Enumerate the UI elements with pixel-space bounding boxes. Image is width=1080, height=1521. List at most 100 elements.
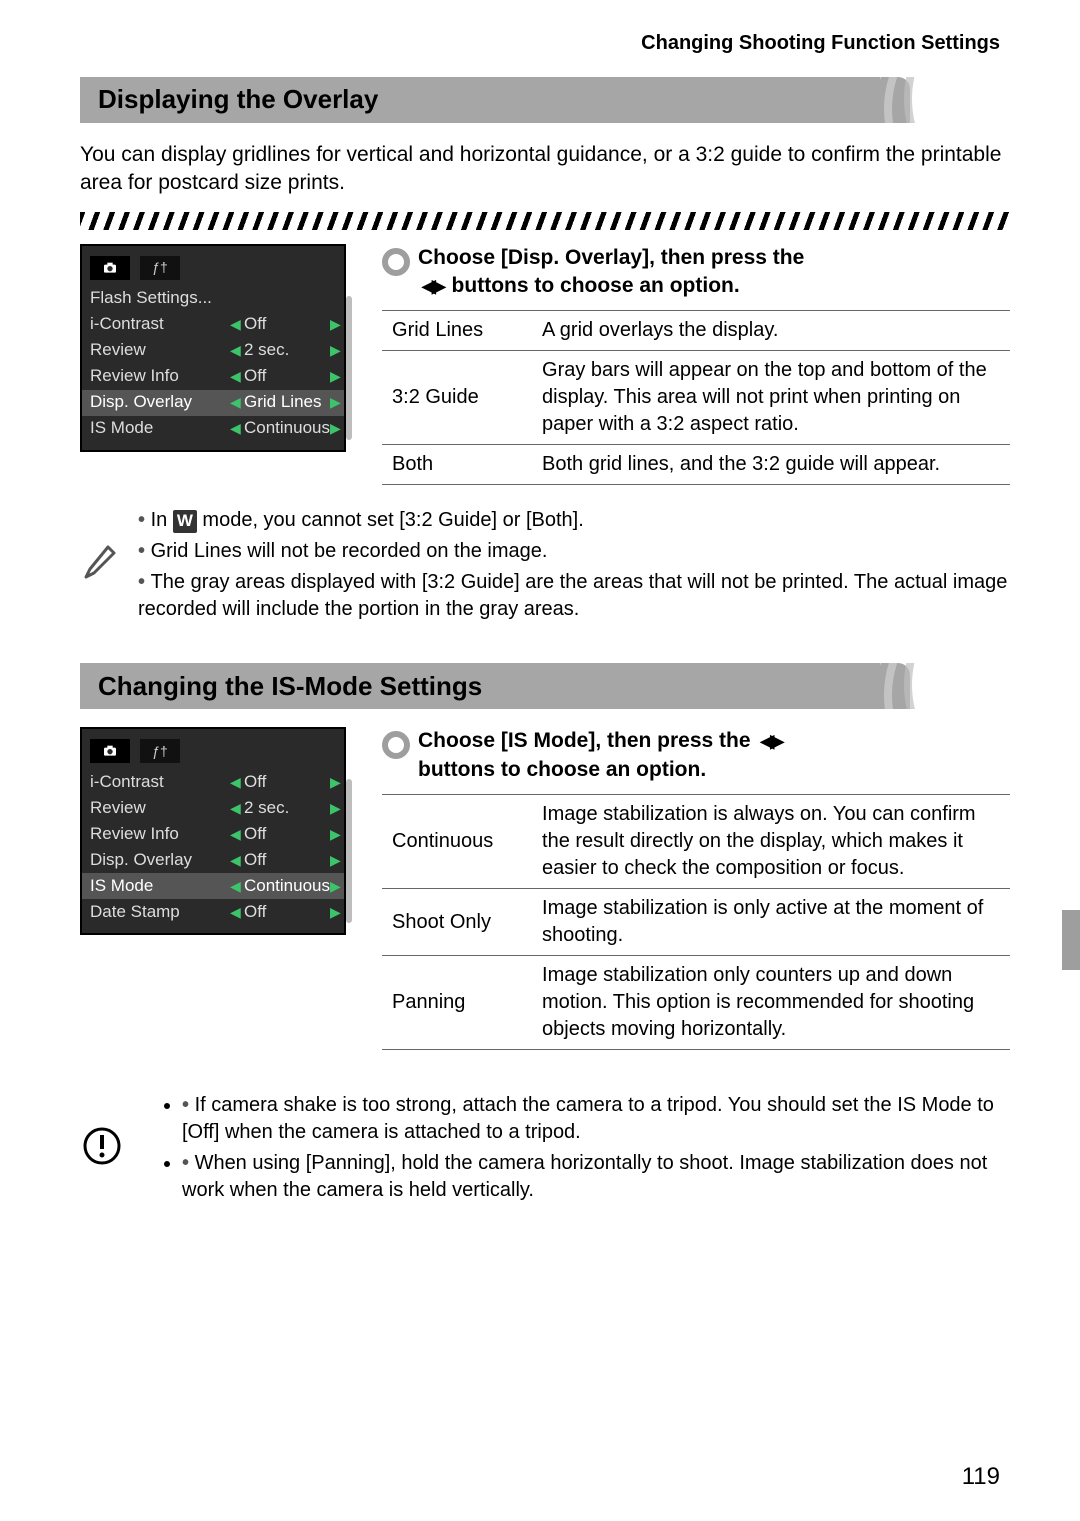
menu-row-value: Off: [240, 823, 330, 846]
left-right-icon: ◀▶: [422, 274, 442, 298]
arrow-left-icon: ◀: [230, 851, 240, 870]
arrow-right-icon: ▶: [330, 341, 340, 360]
menu-row-value: Grid Lines: [240, 391, 330, 414]
menu-row-label: Review Info: [90, 365, 230, 388]
arrow-left-icon: ◀: [230, 419, 240, 438]
option-name: Continuous: [382, 795, 532, 889]
list-item: If camera shake is too strong, attach th…: [182, 1092, 1010, 1146]
menu-row-value: Off: [240, 313, 330, 336]
menu-row: Review Info◀Off▶: [82, 364, 344, 390]
menu-row: i-Contrast◀Off▶: [82, 769, 344, 795]
list-item: Grid Lines will not be recorded on the i…: [138, 538, 1010, 565]
overlay-options-table: Grid LinesA grid overlays the display.3:…: [382, 310, 1010, 485]
menu-row: IS Mode◀Continuous▶: [82, 416, 344, 442]
menu-row: Disp. Overlay◀Grid Lines▶: [82, 390, 344, 416]
menu-row-label: i-Contrast: [90, 313, 230, 336]
table-row: 3:2 GuideGray bars will appear on the to…: [382, 351, 1010, 445]
table-row: Shoot OnlyImage stabilization is only ac…: [382, 889, 1010, 956]
menu-row-label: IS Mode: [90, 875, 230, 898]
menu-row: Review Info◀Off▶: [82, 821, 344, 847]
table-row: ContinuousImage stabilization is always …: [382, 795, 1010, 889]
step-bullet-icon: [382, 248, 410, 276]
menu-row: i-Contrast◀Off▶: [82, 312, 344, 338]
menu-row-label: Review: [90, 339, 230, 362]
option-description: A grid overlays the display.: [532, 311, 1010, 351]
section-heading-ismode: Changing the IS-Mode Settings: [80, 663, 1010, 709]
scrollbar: [346, 296, 352, 440]
camera-menu-screenshot-ismode: ƒ† i-Contrast◀Off▶Review◀2 sec.▶Review I…: [80, 727, 346, 935]
menu-row-label: Review Info: [90, 823, 230, 846]
option-description: Image stabilization is always on. You ca…: [532, 795, 1010, 889]
scrollbar: [346, 779, 352, 923]
arrow-left-icon: ◀: [230, 773, 240, 792]
arrow-right-icon: ▶: [330, 799, 340, 818]
table-row: PanningImage stabilization only counters…: [382, 956, 1010, 1050]
arrow-right-icon: ▶: [330, 419, 340, 438]
left-right-icon: ◀▶: [760, 729, 780, 753]
camera-tab-icon: [90, 256, 130, 280]
option-description: Image stabilization is only active at th…: [532, 889, 1010, 956]
section-title: Displaying the Overlay: [98, 82, 378, 117]
menu-row-value: Off: [240, 771, 330, 794]
menu-row: Disp. Overlay◀Off▶: [82, 847, 344, 873]
menu-row-label: Disp. Overlay: [90, 849, 230, 872]
option-name: Panning: [382, 956, 532, 1050]
menu-row-value: 2 sec.: [240, 339, 330, 362]
list-item: When using [Panning], hold the camera ho…: [182, 1150, 1010, 1204]
option-description: Both grid lines, and the 3:2 guide will …: [532, 445, 1010, 485]
thumb-tab: [1062, 910, 1080, 970]
arrow-left-icon: ◀: [230, 903, 240, 922]
camera-menu-screenshot-overlay: ƒ† Flash Settings...i-Contrast◀Off▶Revie…: [80, 244, 346, 452]
menu-row-value: Continuous: [240, 417, 330, 440]
arrow-right-icon: ▶: [330, 903, 340, 922]
table-row: Grid LinesA grid overlays the display.: [382, 311, 1010, 351]
menu-row: Review◀2 sec.▶: [82, 795, 344, 821]
arrow-left-icon: ◀: [230, 877, 240, 896]
menu-row: Date Stamp◀Off▶: [82, 899, 344, 925]
list-item: The gray areas displayed with [3:2 Guide…: [138, 569, 1010, 623]
table-row: BothBoth grid lines, and the 3:2 guide w…: [382, 445, 1010, 485]
arrow-left-icon: ◀: [230, 393, 240, 412]
arrow-left-icon: ◀: [230, 315, 240, 334]
lead-text-a: Choose [Disp. Overlay], then press the: [418, 246, 804, 269]
menu-row-label: Flash Settings...: [90, 287, 230, 310]
instruction-lead: Choose [Disp. Overlay], then press the ◀…: [382, 244, 1010, 301]
menu-row-label: Disp. Overlay: [90, 391, 230, 414]
option-description: Gray bars will appear on the top and bot…: [532, 351, 1010, 445]
menu-row-value: Off: [240, 901, 330, 924]
caution-block: If camera shake is too strong, attach th…: [80, 1072, 1010, 1228]
pencil-icon: [80, 543, 120, 591]
section-title: Changing the IS-Mode Settings: [98, 669, 482, 704]
camera-tab-icon: [90, 739, 130, 763]
lead-text-b: buttons to choose an option.: [452, 274, 740, 297]
menu-row-value: Off: [240, 365, 330, 388]
menu-row-value: Continuous: [240, 875, 330, 898]
arrow-left-icon: ◀: [230, 799, 240, 818]
arrow-right-icon: ▶: [330, 393, 340, 412]
instruction-lead: Choose [IS Mode], then press the ◀▶ butt…: [382, 727, 1010, 784]
step-bullet-icon: [382, 731, 410, 759]
hatched-divider: [80, 212, 1010, 230]
wide-mode-icon: W: [173, 510, 197, 533]
arrow-right-icon: ▶: [330, 851, 340, 870]
ismode-options-table: ContinuousImage stabilization is always …: [382, 794, 1010, 1050]
arrow-left-icon: ◀: [230, 341, 240, 360]
note-block: In W mode, you cannot set [3:2 Guide] or…: [80, 507, 1010, 627]
list-item: In W mode, you cannot set [3:2 Guide] or…: [138, 507, 1010, 534]
arrow-right-icon: ▶: [330, 315, 340, 334]
menu-row-label: Date Stamp: [90, 901, 230, 924]
lead-text-a: Choose [IS Mode], then press the: [418, 729, 751, 752]
option-name: Grid Lines: [382, 311, 532, 351]
menu-row: Flash Settings...: [82, 286, 344, 312]
menu-row-label: i-Contrast: [90, 771, 230, 794]
tools-tab-icon: ƒ†: [140, 256, 180, 280]
arrow-right-icon: ▶: [330, 367, 340, 386]
menu-row-label: IS Mode: [90, 417, 230, 440]
caution-icon: [80, 1126, 124, 1174]
page-header: Changing Shooting Function Settings: [80, 30, 1010, 57]
menu-row-value: 2 sec.: [240, 797, 330, 820]
arrow-left-icon: ◀: [230, 367, 240, 386]
option-name: Both: [382, 445, 532, 485]
menu-row-label: Review: [90, 797, 230, 820]
menu-row-value: Off: [240, 849, 330, 872]
